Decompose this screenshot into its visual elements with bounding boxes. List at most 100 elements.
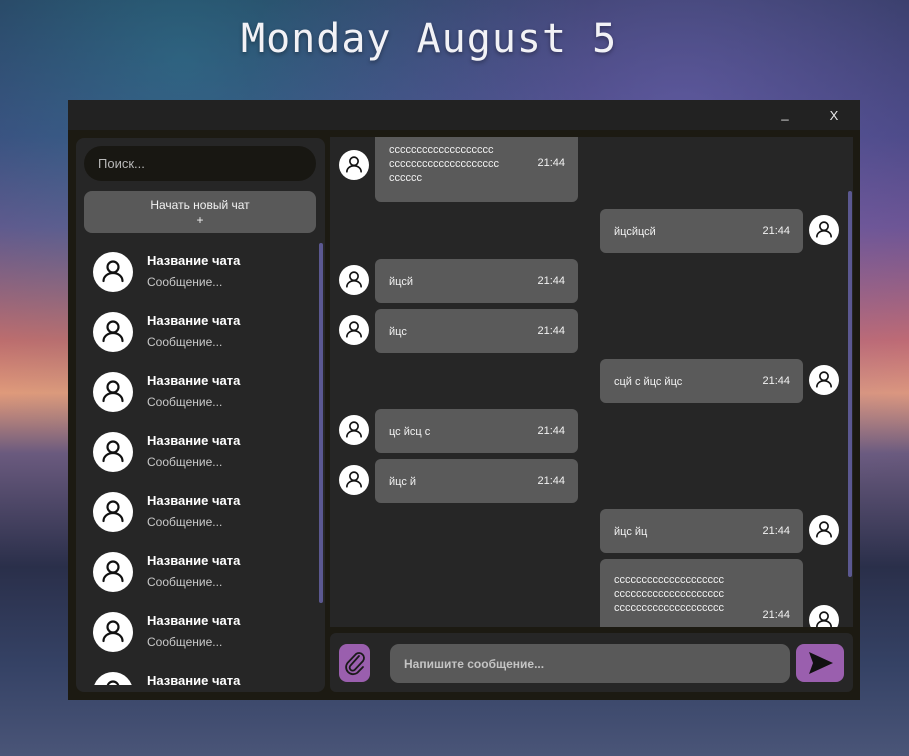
chat-name: Название чата [147, 253, 241, 268]
message-bubble: йцс й 21:44 [375, 459, 578, 503]
user-icon [102, 380, 124, 403]
chat-name: Название чата [147, 613, 241, 628]
message-time: 21:44 [762, 375, 790, 387]
send-button[interactable] [796, 644, 844, 682]
messages-scrollbar[interactable] [848, 191, 852, 577]
paperclip-icon [345, 652, 365, 676]
chat-name: Название чата [147, 673, 241, 685]
message-avatar [339, 150, 369, 180]
message-time: 21:44 [537, 425, 565, 437]
message-time: 21:44 [762, 525, 790, 537]
chat-list-item[interactable]: Название чата Сообщение... [86, 483, 308, 539]
message-text: cccccccccccccccccccc ccccccccccccccccccc… [614, 574, 724, 614]
message-time: 21:44 [762, 225, 790, 237]
user-icon [816, 221, 832, 238]
chat-name: Название чата [147, 553, 241, 568]
chat-preview: Сообщение... [147, 515, 223, 529]
user-icon [102, 620, 124, 643]
chat-app-window: _ X Начать новый чат + Название чата Сооб… [68, 100, 860, 700]
avatar [93, 312, 133, 352]
chat-list-item[interactable]: Название чата Сообщение... [86, 543, 308, 599]
user-icon [346, 321, 362, 338]
close-button[interactable]: X [822, 106, 846, 126]
new-chat-button[interactable]: Начать новый чат + [84, 191, 316, 233]
send-icon [809, 652, 833, 674]
chat-list-item[interactable]: Название чата Сообщение... [86, 243, 308, 299]
message-avatar [339, 315, 369, 345]
message-avatar [339, 265, 369, 295]
message-time: 21:44 [762, 609, 790, 621]
user-icon [346, 471, 362, 488]
chat-list-item[interactable]: Название чата [86, 663, 308, 685]
message-avatar [809, 215, 839, 245]
chat-name: Название чата [147, 313, 241, 328]
avatar [93, 612, 133, 652]
avatar [93, 252, 133, 292]
message-text: йцс йц [614, 526, 648, 538]
plus-icon: + [196, 213, 204, 227]
message-avatar [809, 365, 839, 395]
user-icon [816, 371, 832, 388]
message-bubble: cccccccccccccccccccc ccccccccccccccccccc… [600, 559, 803, 627]
chat-name: Название чата [147, 373, 241, 388]
title-bar: _ X [68, 100, 860, 130]
avatar [93, 672, 133, 685]
message-avatar [339, 465, 369, 495]
message-bubble: йцсйцсй 21:44 [600, 209, 803, 253]
message-area: ccccccccccccccccccc cccccccccccccccccccc… [330, 137, 853, 627]
message-bubble: цс йсц с 21:44 [375, 409, 578, 453]
chat-preview: Сообщение... [147, 395, 223, 409]
new-chat-label: Начать новый чат [150, 198, 250, 212]
user-icon [816, 521, 832, 538]
message-bubble: ccccccccccccccccccc cccccccccccccccccccc… [375, 137, 578, 202]
chat-preview: Сообщение... [147, 635, 223, 649]
sidebar: Начать новый чат + Название чата Сообщени… [76, 138, 325, 692]
avatar [93, 492, 133, 532]
message-bubble: йцс йц 21:44 [600, 509, 803, 553]
sidebar-scrollbar[interactable] [319, 243, 323, 603]
composer [330, 633, 853, 692]
user-icon [346, 156, 362, 173]
message-time: 21:44 [537, 157, 565, 169]
chat-name: Название чата [147, 493, 241, 508]
message-time: 21:44 [537, 475, 565, 487]
chat-list-item[interactable]: Название чата Сообщение... [86, 303, 308, 359]
message-text: йцсй [389, 276, 413, 288]
chat-preview: Сообщение... [147, 575, 223, 589]
message-time: 21:44 [537, 275, 565, 287]
message-text: цс йсц с [389, 426, 431, 438]
message-text: сцй с йцс йцс [614, 376, 683, 388]
attach-button[interactable] [339, 644, 370, 682]
chat-list-item[interactable]: Название чата Сообщение... [86, 603, 308, 659]
message-avatar [809, 605, 839, 627]
avatar [93, 432, 133, 472]
chat-list-item[interactable]: Название чата Сообщение... [86, 423, 308, 479]
message-time: 21:44 [537, 325, 565, 337]
chat-preview: Сообщение... [147, 275, 223, 289]
user-icon [816, 611, 832, 627]
user-icon [102, 260, 124, 283]
avatar [93, 372, 133, 412]
message-text: йцс [389, 326, 407, 338]
user-icon [346, 271, 362, 288]
chat-preview: Сообщение... [147, 335, 223, 349]
message-input[interactable] [390, 644, 790, 683]
chat-list-item[interactable]: Название чата Сообщение... [86, 363, 308, 419]
chat-name: Название чата [147, 433, 241, 448]
minimize-button[interactable]: _ [773, 104, 797, 124]
user-icon [346, 421, 362, 438]
message-bubble: сцй с йцс йцс 21:44 [600, 359, 803, 403]
user-icon [106, 680, 120, 685]
user-icon [102, 500, 124, 523]
user-icon [102, 440, 124, 463]
chat-list: Название чата Сообщение... Название чата Со… [76, 243, 325, 685]
message-text: ccccccccccccccccccc cccccccccccccccccccc… [389, 144, 499, 184]
chat-preview: Сообщение... [147, 455, 223, 469]
message-avatar [809, 515, 839, 545]
message-bubble: йцс 21:44 [375, 309, 578, 353]
message-avatar [339, 415, 369, 445]
message-text: йцсйцсй [614, 226, 656, 238]
search-input[interactable] [84, 146, 316, 181]
avatar [93, 552, 133, 592]
message-text: йцс й [389, 476, 417, 488]
